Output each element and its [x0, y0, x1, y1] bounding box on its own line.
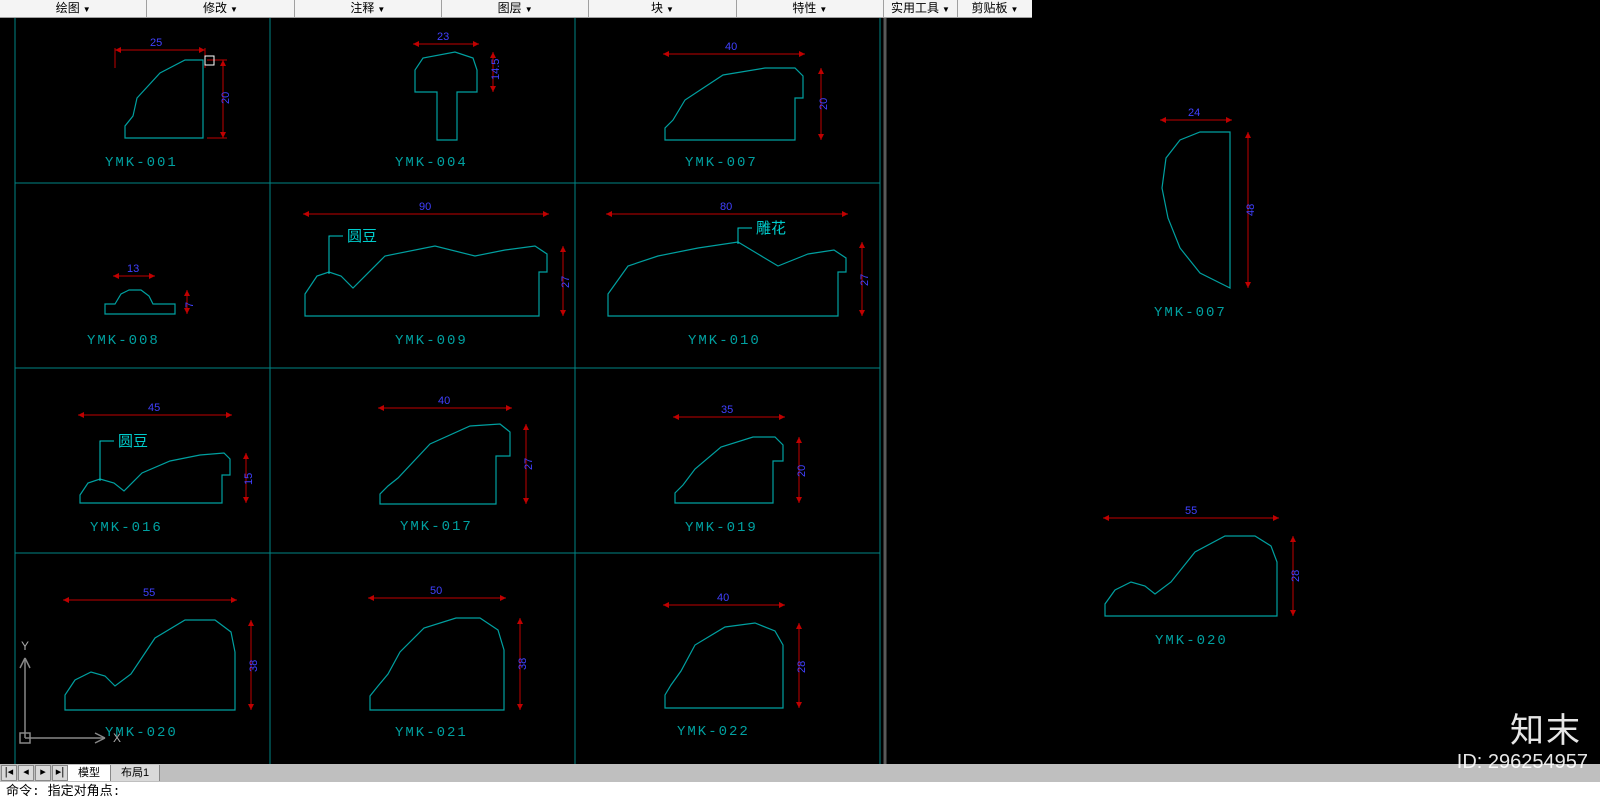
dim-h: 7 — [184, 302, 196, 308]
command-text: 指定对角点: — [48, 784, 121, 799]
dim-h: 20 — [796, 465, 808, 477]
tab-strip: |◂ ◂ ▸ ▸| 模型 布局1 — [0, 764, 1600, 782]
dim-w: 40 — [438, 395, 450, 407]
grid-frame — [15, 18, 880, 764]
command-prompt: 命令: — [6, 784, 40, 799]
menu-layer[interactable]: 图层▼ — [442, 0, 589, 17]
dim-w: 55 — [143, 587, 155, 599]
part-label: YMK-016 — [90, 520, 163, 536]
dim-w: 40 — [725, 41, 737, 53]
annotation-yuandou: 圆豆 — [347, 228, 377, 245]
menu-modify[interactable]: 修改▼ — [147, 0, 294, 17]
dim-w: 35 — [721, 404, 733, 416]
drawing-canvas[interactable]: 25 20 YMK-001 23 14.5 YMK-004 40 20 YMK-… — [0, 18, 1600, 764]
dim-w: 23 — [437, 31, 449, 43]
dim-h: 27 — [560, 276, 572, 288]
dim-w: 90 — [419, 201, 431, 213]
part-ymk-020-preview: 55 28 YMK-020 — [1103, 505, 1302, 649]
tab-layout1[interactable]: 布局1 — [111, 765, 160, 781]
part-label: YMK-001 — [105, 155, 178, 171]
dim-w: 55 — [1185, 505, 1197, 517]
part-label: YMK-009 — [395, 333, 468, 349]
part-ymk-019: 35 20 YMK-019 — [673, 404, 808, 536]
menu-draw[interactable]: 绘图▼ — [0, 0, 147, 17]
dim-h: 27 — [859, 274, 871, 286]
dim-h: 20 — [220, 92, 232, 104]
dim-h: 38 — [517, 658, 529, 670]
menu-clipboard[interactable]: 剪贴板▼ — [958, 0, 1032, 17]
part-label: YMK-008 — [87, 333, 160, 349]
menu-bar: 绘图▼ 修改▼ 注释▼ 图层▼ 块▼ 特性▼ 实用工具▼ 剪贴板▼ — [0, 0, 1032, 18]
dim-h: 15 — [243, 473, 255, 485]
tab-model[interactable]: 模型 — [68, 765, 111, 781]
dim-h: 38 — [248, 660, 260, 672]
tab-nav-last-icon[interactable]: ▸| — [52, 765, 68, 781]
tab-nav-prev-icon[interactable]: ◂ — [18, 765, 34, 781]
part-label: YMK-019 — [685, 520, 758, 536]
tab-nav-next-icon[interactable]: ▸ — [35, 765, 51, 781]
dim-w: 50 — [430, 585, 442, 597]
menu-utilities[interactable]: 实用工具▼ — [884, 0, 958, 17]
tab-nav-first-icon[interactable]: |◂ — [1, 765, 17, 781]
part-label: YMK-017 — [400, 519, 473, 535]
part-label: YMK-021 — [395, 725, 468, 741]
part-ymk-007-preview: 24 48 YMK-007 — [1154, 107, 1257, 321]
dim-h: 27 — [523, 458, 535, 470]
part-ymk-020: 55 38 YMK-020 — [63, 587, 260, 741]
dim-w: 13 — [127, 263, 139, 275]
ucs-x-label: X — [113, 731, 121, 745]
part-label: YMK-010 — [688, 333, 761, 349]
dim-h: 28 — [1290, 570, 1302, 582]
dim-w: 25 — [150, 37, 162, 49]
annotation-yuandou: 圆豆 — [118, 433, 148, 450]
part-ymk-017: 40 27 YMK-017 — [378, 395, 535, 535]
part-ymk-010: 80 27 雕花 YMK-010 — [606, 201, 871, 349]
annotation-diaohua: 雕花 — [756, 220, 786, 237]
dim-h: 28 — [796, 661, 808, 673]
dim-h: 14.5 — [490, 59, 502, 80]
dim-h: 48 — [1245, 204, 1257, 216]
part-label: YMK-007 — [1154, 305, 1227, 321]
dim-h: 20 — [818, 98, 830, 110]
part-label: YMK-020 — [1155, 633, 1228, 649]
dim-w: 40 — [717, 592, 729, 604]
part-label: YMK-004 — [395, 155, 468, 171]
part-ymk-008: 13 7 YMK-008 — [87, 263, 196, 349]
menu-annotate[interactable]: 注释▼ — [295, 0, 442, 17]
part-label: YMK-022 — [677, 724, 750, 740]
command-line[interactable]: 命令: 指定对角点: — [0, 782, 1600, 802]
part-ymk-009: 90 27 圆豆 YMK-009 — [303, 201, 572, 349]
part-ymk-022: 40 28 YMK-022 — [663, 592, 808, 740]
dim-w: 80 — [720, 201, 732, 213]
part-ymk-007: 40 20 YMK-007 — [663, 41, 830, 171]
dim-w: 45 — [148, 402, 160, 414]
menu-block[interactable]: 块▼ — [589, 0, 736, 17]
dim-w: 24 — [1188, 107, 1200, 119]
menu-properties[interactable]: 特性▼ — [737, 0, 884, 17]
part-ymk-004: 23 14.5 YMK-004 — [395, 31, 502, 171]
part-ymk-016: 45 15 圆豆 YMK-016 — [78, 402, 255, 536]
part-ymk-001: 25 20 YMK-001 — [105, 37, 232, 171]
part-label: YMK-007 — [685, 155, 758, 171]
part-ymk-021: 50 38 YMK-021 — [368, 585, 529, 741]
ucs-y-label: Y — [21, 639, 29, 653]
